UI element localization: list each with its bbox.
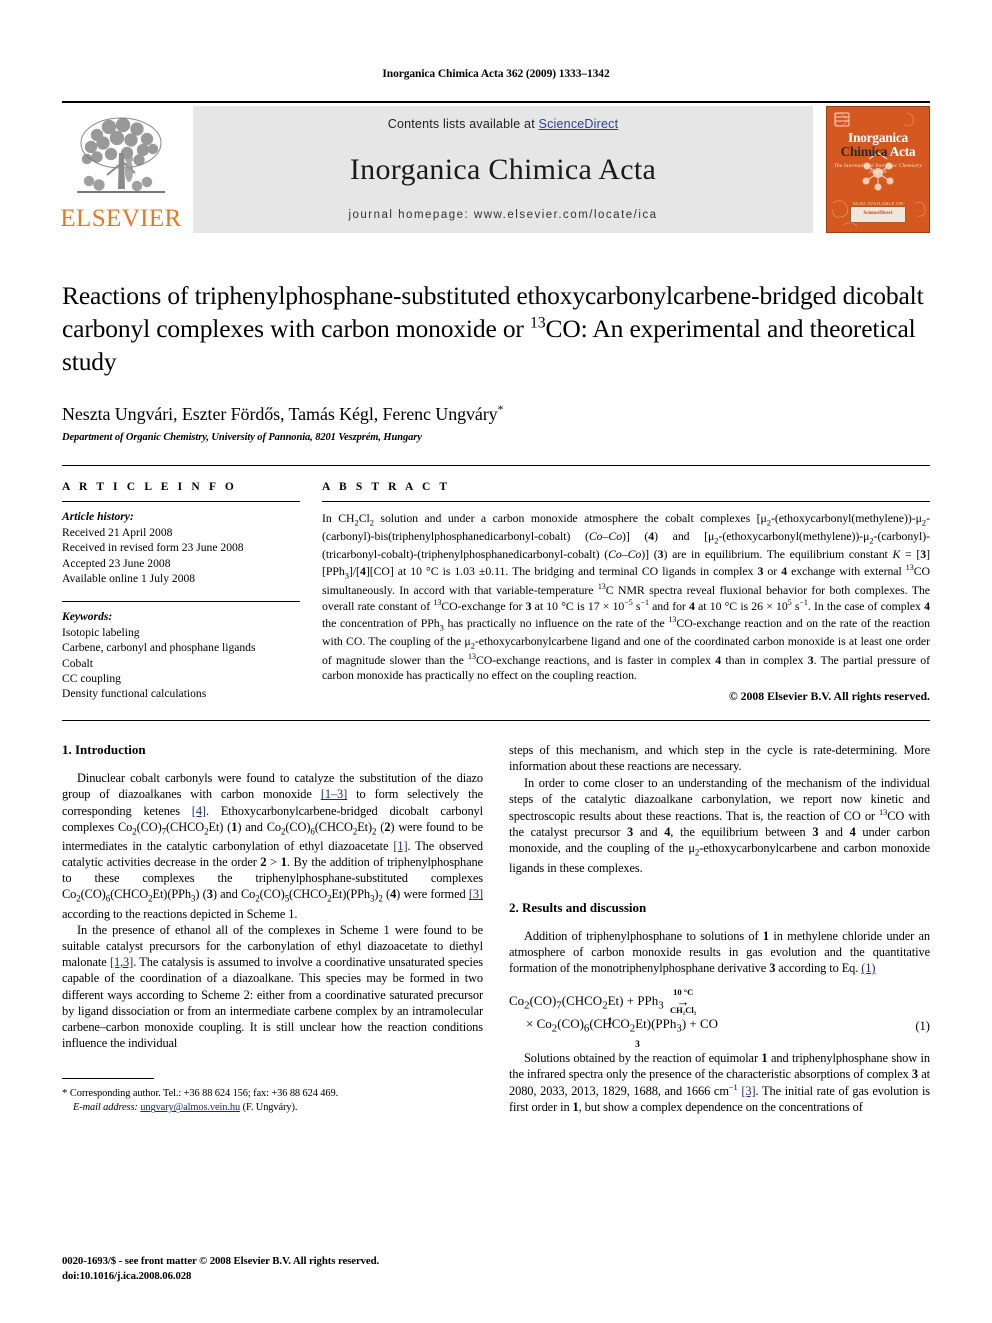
cover-title-chimica: Chimica [840,143,888,159]
cover-title-acta: Acta [889,143,916,159]
equation-number: (1) [915,1019,930,1034]
body-column-right: steps of this mechanism, and which step … [509,742,930,1115]
abstract-heading: A B S T R A C T [322,481,451,494]
footnote-marker: * [62,1087,68,1100]
doi-line: doi:10.1016/j.ica.2008.06.028 [62,1270,192,1283]
elsevier-logo: ELSEVIER [60,106,182,233]
history-item: Received 21 April 2008 [62,525,173,539]
title-line-2b: CO: An experimental [545,314,761,344]
article-info-heading: A R T I C L E I N F O [62,481,237,494]
journal-masthead: ELSEVIER Contents lists available at Sci… [60,101,930,233]
elsevier-tree-icon [77,117,165,193]
article-page: Inorganica Chimica Acta 362 (2009) 1333–… [0,0,992,1323]
affiliation: Department of Organic Chemistry, Univers… [62,432,422,444]
equation-species-label-1: 1 [607,1017,613,1028]
keywords-group: Keywords: Isotopic labeling Carbene, car… [62,609,300,701]
contents-available-line: Contents lists available at ScienceDirec… [388,117,619,131]
article-info-divider [62,501,300,503]
journal-cover-thumbnail: Inorganica Chimica Acta The Internationa… [826,106,930,233]
issn-copyright-block: 0020-1693/$ - see front matter © 2008 El… [62,1254,379,1284]
abstract-text: In CH2Cl2 solution and under a carbon mo… [322,511,931,683]
journal-homepage[interactable]: journal homepage: www.elsevier.com/locat… [348,209,657,221]
reaction-solvent: CH₂Cl₂ [669,1004,697,1015]
footnote-rule [62,1078,154,1080]
body-column-left: 1. Introduction Dinuclear cobalt carbony… [62,742,483,1115]
author-list: Neszta Ungvári, Eszter Fördős, Tamás Kég… [62,403,930,425]
corresponding-author-footnote: * Corresponding author. Tel.: +36 88 624… [62,1086,483,1115]
cover-title: Inorganica Chimica Acta [827,131,929,159]
keyword-item: Isotopic labeling [62,625,140,639]
abstract-column: A B S T R A C T In CH2Cl2 solution and u… [322,481,930,704]
equation-line-1: Co2(CO)7(CHCO2Et) 1 + PPh3 10 °C → CH₂Cl₂ [509,988,930,1027]
equation-1: Co2(CO)7(CHCO2Et) 1 + PPh3 10 °C → CH₂Cl₂… [509,988,930,1050]
paragraph: steps of this mechanism, and which step … [509,743,930,774]
cover-badge-label: ScienceDirect [863,211,893,216]
cover-title-line2: Chimica Acta [827,143,929,159]
citation-link[interactable]: [4] [192,804,206,818]
email-link[interactable]: ungvary@almos.vein.hu [140,1102,240,1113]
contents-prefix: Contents lists available at [387,117,539,131]
citation-link[interactable]: [1,3] [110,955,133,969]
history-item: Accepted 23 June 2008 [62,556,171,570]
author-names: Neszta Ungvári, Eszter Fördős, Tamás Kég… [62,404,498,425]
reaction-arrow: 10 °C → CH₂Cl₂ [670,988,696,1014]
history-item: Available online 1 July 2008 [62,572,196,586]
abstract-divider [322,501,930,503]
article-history-label: Article history: [62,510,134,524]
citation-link[interactable]: [3] [741,1084,755,1098]
keywords-divider [62,601,300,603]
equation-line-2: × Co2(CO)6(CHCO2Et) 3 (PPh3) + CO [509,1015,930,1050]
email-address-label: E-mail address: [73,1102,138,1114]
citation-link[interactable]: [3] [469,887,483,901]
title-block: Reactions of triphenylphosphane-substitu… [62,279,930,443]
title-line-1: Reactions of triphenylphosphane-substitu… [62,281,837,310]
issn-line: 0020-1693/$ - see front matter © 2008 El… [62,1255,380,1268]
citation-link[interactable]: [1–3] [321,787,347,801]
page-title: Reactions of triphenylphosphane-substitu… [62,279,930,378]
equation-species-label-3: 3 [635,1040,640,1051]
paragraph: In the presence of ethanol all of the co… [62,922,483,1051]
cover-title-line1: Inorganica [847,130,908,145]
section-heading-results: 2. Results and discussion [509,899,647,915]
article-history-group: Article history: Received 21 April 2008 … [62,509,300,586]
keyword-item: Density functional calculations [62,687,207,701]
section-heading-introduction: 1. Introduction [62,742,146,758]
body-columns: 1. Introduction Dinuclear cobalt carbony… [62,720,930,1115]
citation-link[interactable]: [1] [393,839,407,853]
sciencedirect-link[interactable]: ScienceDirect [539,117,619,131]
paragraph: In order to come closer to an understand… [509,775,930,875]
elsevier-wordmark: ELSEVIER [60,205,182,232]
info-abstract-row: A R T I C L E I N F O Article history: R… [62,465,930,704]
keyword-item: Carbene, carbonyl and phosphane ligands [62,641,256,655]
title-isotope-superscript: 13 [530,314,546,332]
equation-link[interactable]: (1) [861,961,875,975]
footnote-block: * Corresponding author. Tel.: +36 88 624… [62,1078,483,1115]
paragraph: Addition of triphenylphosphane to soluti… [509,928,930,976]
keyword-item: CC coupling [62,672,121,686]
keyword-item: Cobalt [62,656,93,670]
corresponding-author-marker: * [497,403,504,417]
history-item: Received in revised form 23 June 2008 [62,541,244,555]
footnote-text: Corresponding author. Tel.: +36 88 624 1… [69,1088,339,1100]
cover-subtitle: The International Inorganic Chemistry Jo… [833,163,923,175]
journal-title: Inorganica Chimica Acta [349,153,657,186]
article-info-column: A R T I C L E I N F O Article history: R… [62,481,300,704]
journal-band: Contents lists available at ScienceDirec… [193,106,813,233]
paragraph: Dinuclear cobalt carbonyls were found to… [62,771,484,921]
running-head: Inorganica Chimica Acta 362 (2009) 1333–… [382,68,610,80]
paragraph: Solutions obtained by the reaction of eq… [509,1050,931,1115]
email-owner: (F. Ungváry). [242,1102,298,1114]
keywords-label: Keywords: [62,610,113,624]
abstract-copyright: © 2008 Elsevier B.V. All rights reserved… [728,689,930,704]
cover-sciencedirect-badge: ScienceDirect [850,206,906,223]
